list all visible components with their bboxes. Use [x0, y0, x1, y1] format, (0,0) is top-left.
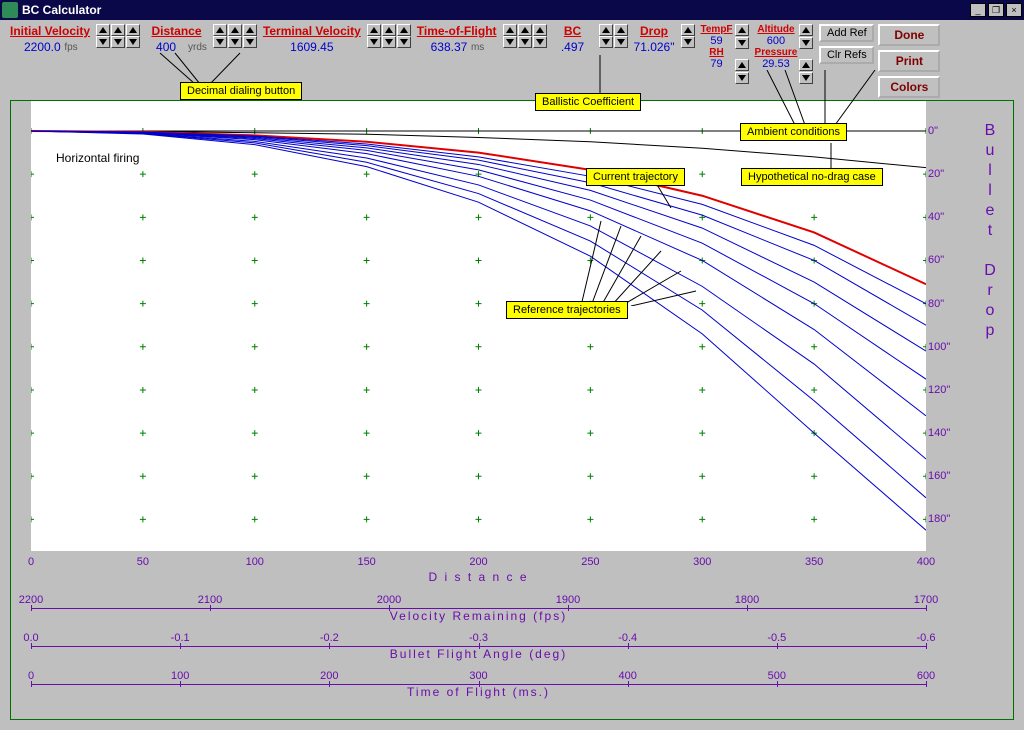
- spin-up-icon[interactable]: [735, 59, 749, 71]
- window-title: BC Calculator: [22, 3, 101, 17]
- spin-up-icon[interactable]: [367, 24, 381, 36]
- param-time-of-flight: Time-of-Flight 638.37 ms: [417, 24, 497, 54]
- callout-current: Current trajectory: [586, 168, 685, 186]
- param-drop: Drop 71.026": [634, 24, 675, 54]
- param-terminal-velocity: Terminal Velocity 1609.45: [263, 24, 361, 54]
- spin-up-icon[interactable]: [382, 24, 396, 36]
- spin-down-icon[interactable]: [111, 36, 125, 48]
- spin-up-icon[interactable]: [96, 24, 110, 36]
- spin-down-icon[interactable]: [735, 37, 749, 49]
- spin-down-icon[interactable]: [503, 36, 517, 48]
- spin-down-icon[interactable]: [735, 72, 749, 84]
- spin-down-icon[interactable]: [533, 36, 547, 48]
- spin-down-icon[interactable]: [228, 36, 242, 48]
- param-pressure: Pressure 29.53: [755, 47, 798, 70]
- callout-ref: Reference trajectories: [506, 301, 628, 319]
- spin-up-icon[interactable]: [735, 24, 749, 36]
- done-button[interactable]: Done: [878, 24, 940, 46]
- spin-up-icon[interactable]: [503, 24, 517, 36]
- y-axis-title: Bullet Drop: [976, 121, 1006, 341]
- minimize-button[interactable]: _: [970, 3, 986, 17]
- callout-nodrag: Hypothetical no-drag case: [741, 168, 883, 186]
- spin-up-icon[interactable]: [243, 24, 257, 36]
- spin-down-icon[interactable]: [126, 36, 140, 48]
- spin-down-icon[interactable]: [518, 36, 532, 48]
- param-bc: BC .497: [553, 24, 593, 54]
- spin-down-icon[interactable]: [213, 36, 227, 48]
- spin-up-icon[interactable]: [228, 24, 242, 36]
- spin-down-icon[interactable]: [799, 37, 813, 49]
- spin-up-icon[interactable]: [681, 24, 695, 36]
- y-axis-ticks: 0"20"40"60"80"100"120"140"160"180": [928, 101, 968, 551]
- plot-area: Horizontal firing Current trajectory Hyp…: [31, 101, 926, 551]
- param-tempf: TempF 59: [701, 24, 733, 47]
- label-horizontal-firing: Horizontal firing: [56, 151, 139, 165]
- spin-up-icon[interactable]: [111, 24, 125, 36]
- titlebar: BC Calculator _ ❐ ×: [0, 0, 1024, 20]
- plot-wrap: Horizontal firing Current trajectory Hyp…: [10, 100, 1014, 720]
- spin-down-icon[interactable]: [681, 36, 695, 48]
- spin-up-icon[interactable]: [126, 24, 140, 36]
- env-group-1: TempF 59 RH 79: [701, 24, 749, 84]
- param-altitude: Altitude 600: [757, 24, 794, 47]
- maximize-button[interactable]: ❐: [988, 3, 1004, 17]
- param-rh: RH 79: [706, 47, 728, 70]
- param-initial-velocity: Initial Velocity 2200.0 fps: [10, 24, 90, 54]
- callout-decimal: Decimal dialing button: [180, 82, 302, 100]
- spin-down-icon[interactable]: [96, 36, 110, 48]
- colors-button[interactable]: Colors: [878, 76, 940, 98]
- spin-up-icon[interactable]: [213, 24, 227, 36]
- spin-down-icon[interactable]: [243, 36, 257, 48]
- spin-down-icon[interactable]: [397, 36, 411, 48]
- close-button[interactable]: ×: [1006, 3, 1022, 17]
- spin-down-icon[interactable]: [382, 36, 396, 48]
- spin-up-icon[interactable]: [614, 24, 628, 36]
- spin-up-icon[interactable]: [518, 24, 532, 36]
- spin-down-icon[interactable]: [367, 36, 381, 48]
- spin-down-icon[interactable]: [599, 36, 613, 48]
- clr-refs-button[interactable]: Clr Refs: [819, 46, 874, 64]
- spin-up-icon[interactable]: [397, 24, 411, 36]
- spin-down-icon[interactable]: [614, 36, 628, 48]
- callout-bc: Ballistic Coefficient: [535, 93, 641, 111]
- print-button[interactable]: Print: [878, 50, 940, 72]
- app-icon: [2, 2, 18, 18]
- spin-up-icon[interactable]: [533, 24, 547, 36]
- spin-up-icon[interactable]: [799, 24, 813, 36]
- callout-ambient: Ambient conditions: [740, 123, 847, 141]
- add-ref-button[interactable]: Add Ref: [819, 24, 874, 42]
- spin-up-icon[interactable]: [599, 24, 613, 36]
